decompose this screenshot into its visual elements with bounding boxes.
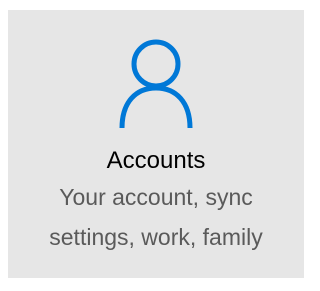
accounts-settings-tile[interactable]: Accounts Your account, sync settings, wo… — [8, 10, 304, 278]
tile-title: Accounts — [106, 147, 206, 174]
tile-description-line-1: Your account, sync — [59, 184, 253, 210]
person-icon — [118, 34, 194, 130]
tile-description-line-2: settings, work, family — [49, 224, 263, 250]
